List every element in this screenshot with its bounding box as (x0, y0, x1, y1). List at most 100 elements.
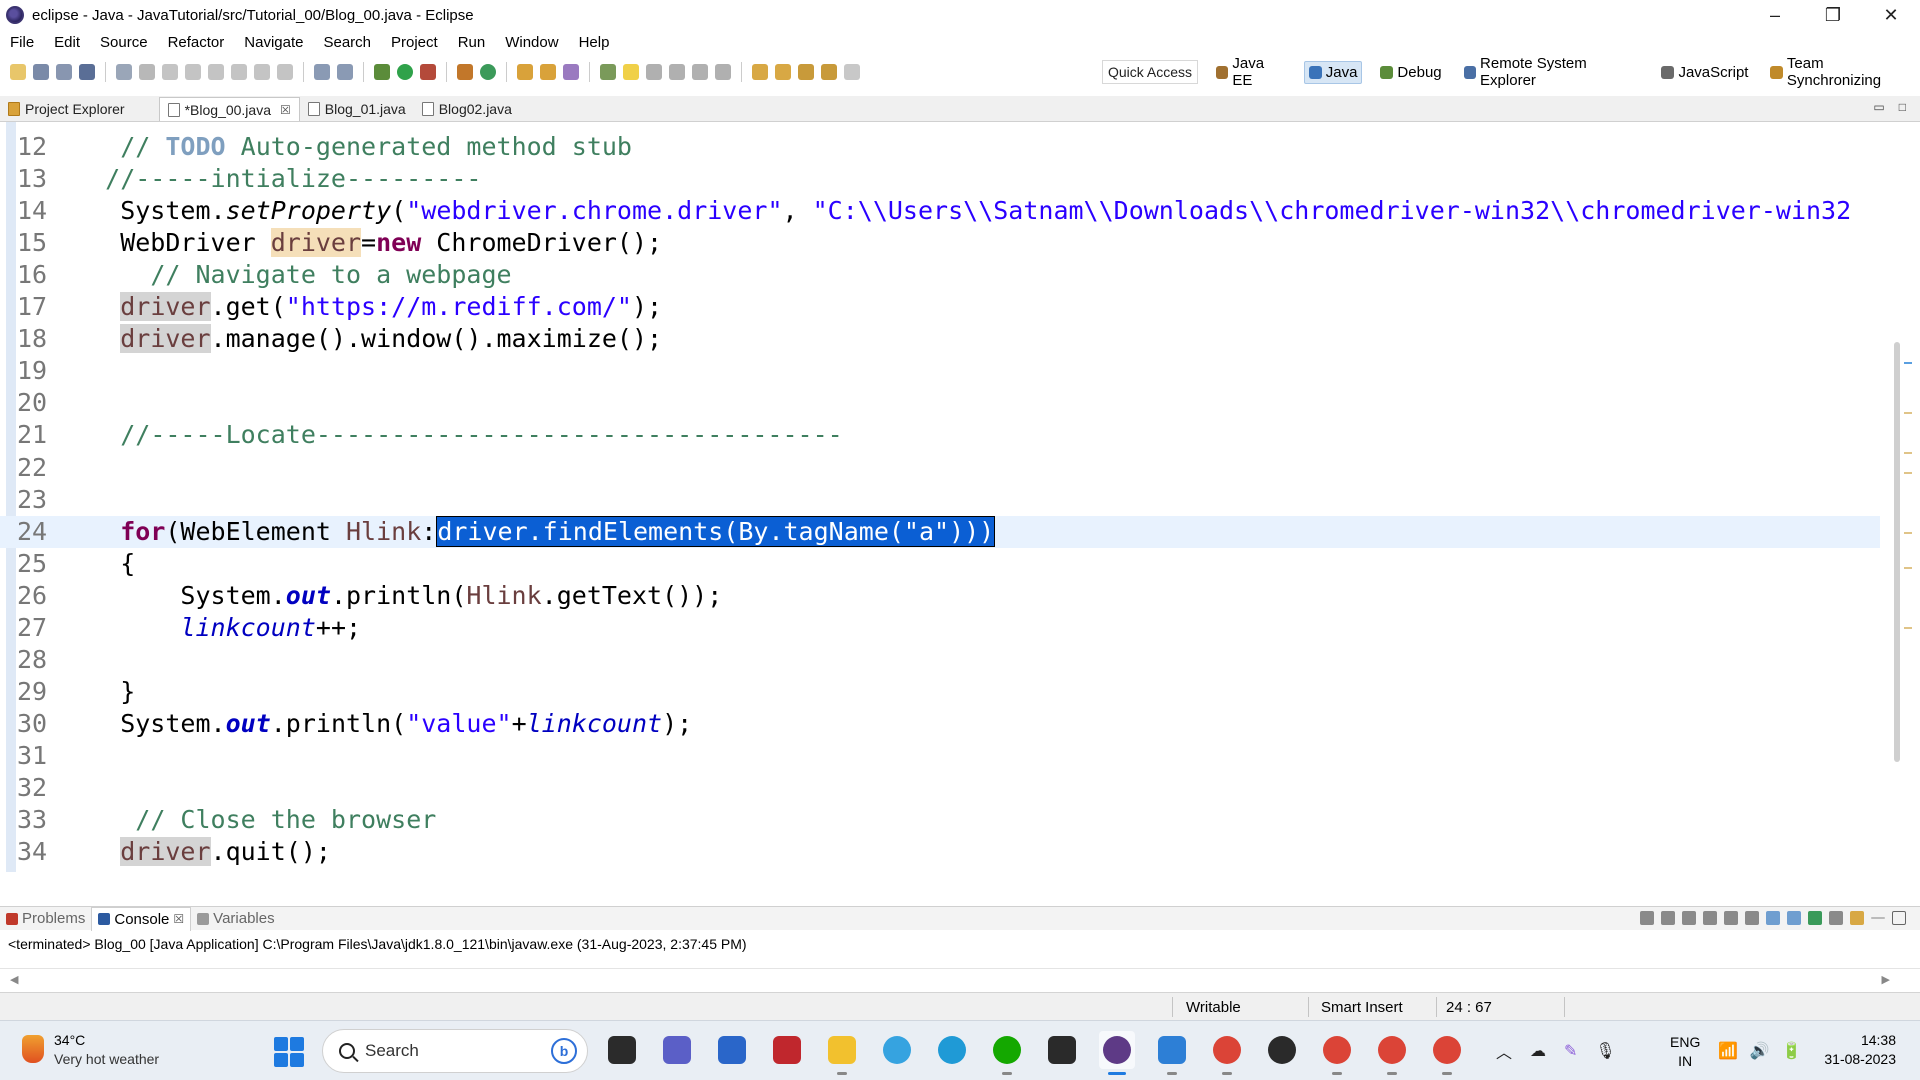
chrome-app-3[interactable] (1374, 1031, 1410, 1075)
chrome-app[interactable] (1209, 1031, 1245, 1075)
menu-window[interactable]: Window (495, 34, 568, 51)
store-app[interactable] (714, 1031, 750, 1069)
show-whitespace-icon[interactable] (646, 64, 662, 80)
close-tab-icon[interactable]: ☒ (173, 912, 184, 926)
toggle-breadcrumb-icon[interactable] (116, 64, 132, 80)
show-on-output-icon[interactable] (1766, 911, 1780, 925)
eclipse-app[interactable] (1099, 1031, 1135, 1075)
show-on-error-icon[interactable] (1787, 911, 1801, 925)
save-icon[interactable] (33, 64, 49, 80)
run-icon[interactable] (397, 64, 413, 80)
chevron-up-icon[interactable]: ︿ (1496, 1039, 1512, 1063)
next-annotation-icon[interactable] (752, 64, 768, 80)
notepad-app[interactable] (1154, 1031, 1190, 1075)
code-line[interactable]: 15 WebDriver driver=new ChromeDriver(); (0, 227, 1880, 259)
annotation-icon[interactable] (600, 64, 616, 80)
show-source-icon[interactable] (692, 64, 708, 80)
upwork-app[interactable] (989, 1031, 1025, 1075)
new-java-project-icon[interactable] (457, 64, 473, 80)
tab-blog02-java[interactable]: Blog02.java (414, 97, 520, 121)
help-app[interactable] (879, 1031, 915, 1069)
maximize-view-icon[interactable]: □ (1899, 100, 1906, 114)
terminal-app[interactable] (1044, 1031, 1080, 1069)
close-window-button[interactable]: ✕ (1862, 0, 1920, 30)
terminate-icon[interactable] (185, 64, 201, 80)
tab--blog-00-java[interactable]: *Blog_00.java ☒ (158, 97, 300, 121)
perspective-remote-system-explorer[interactable]: Remote System Explorer (1460, 53, 1644, 91)
menu-file[interactable]: File (0, 34, 44, 51)
print-icon[interactable] (79, 64, 95, 80)
menu-source[interactable]: Source (90, 34, 158, 51)
disconnect-icon[interactable] (208, 64, 224, 80)
step-over-icon[interactable] (254, 64, 270, 80)
open-console-icon[interactable] (1808, 911, 1822, 925)
step-into-icon[interactable] (231, 64, 247, 80)
console-horizontal-scrollbar[interactable]: ◀ ▶ (0, 968, 1920, 988)
code-line[interactable]: 14 System.setProperty("webdriver.chrome.… (0, 195, 1880, 227)
menu-run[interactable]: Run (448, 34, 496, 51)
open-task-icon[interactable] (337, 64, 353, 80)
minimize-view-icon[interactable]: ▭ (1873, 100, 1884, 114)
forward-icon[interactable] (844, 64, 860, 80)
open-type-icon[interactable] (314, 64, 330, 80)
tab-blog-01-java[interactable]: Blog_01.java (300, 97, 414, 121)
code-line[interactable]: 13 //-----intialize--------- (0, 163, 1880, 195)
edge-app[interactable] (934, 1031, 970, 1069)
tab-project-explorer[interactable]: Project Explorer (0, 97, 133, 121)
last-edit-icon[interactable] (798, 64, 814, 80)
scroll-lock-icon[interactable] (1703, 911, 1717, 925)
skip-breakpoints-icon[interactable] (139, 64, 155, 80)
code-line[interactable]: 27 linkcount++; (0, 612, 1880, 644)
perspective-java-ee[interactable]: Java EE (1212, 53, 1290, 91)
save-all-icon[interactable] (56, 64, 72, 80)
search-tool-icon[interactable] (563, 64, 579, 80)
bing-icon[interactable]: b (551, 1038, 577, 1064)
code-line[interactable]: 28 (0, 644, 1880, 676)
minimize-button[interactable]: – (1746, 0, 1804, 30)
code-line[interactable]: 32 (0, 772, 1880, 804)
code-line[interactable]: 33 // Close the browser (0, 804, 1880, 836)
perspective-team-synchronizing[interactable]: Team Synchronizing (1766, 53, 1920, 91)
suspend-icon[interactable] (162, 64, 178, 80)
code-line[interactable]: 20 (0, 387, 1880, 419)
teams-chat-app[interactable] (659, 1031, 695, 1069)
prev-annotation-icon[interactable] (775, 64, 791, 80)
remove-launch-icon[interactable] (1661, 911, 1675, 925)
editor-vertical-scrollbar[interactable] (1894, 342, 1900, 762)
open-project-icon[interactable] (540, 64, 556, 80)
code-line[interactable]: 29 } (0, 676, 1880, 708)
file-explorer-dark-app[interactable] (604, 1031, 640, 1069)
code-line[interactable]: 19 (0, 355, 1880, 387)
back-icon[interactable] (821, 64, 837, 80)
chrome-app-4[interactable] (1429, 1031, 1465, 1075)
network-sound-battery[interactable]: 📶 🔊 🔋 (1718, 1041, 1802, 1061)
taskbar-search[interactable]: Search b (322, 1029, 588, 1073)
menu-help[interactable]: Help (569, 34, 620, 51)
code-editor[interactable]: 12 // TODO Auto-generated method stub 13 … (0, 122, 1920, 872)
tab-problems[interactable]: Problems (0, 910, 91, 927)
code-line[interactable]: 30 System.out.println("value"+linkcount)… (0, 708, 1880, 740)
restore-button[interactable]: ❐ (1804, 0, 1862, 30)
display-console-icon[interactable] (1829, 911, 1843, 925)
code-line[interactable]: 22 (0, 452, 1880, 484)
console-minimize-icon[interactable] (1871, 917, 1885, 919)
word-wrap-icon[interactable] (1724, 911, 1738, 925)
perspective-java[interactable]: Java (1303, 60, 1363, 84)
weather-widget[interactable]: 34°C Very hot weather (22, 1031, 159, 1069)
menu-search[interactable]: Search (313, 34, 381, 51)
code-line[interactable]: 17 driver.get("https://m.rediff.com/"); (0, 291, 1880, 323)
code-line[interactable]: 12 // TODO Auto-generated method stub (0, 131, 1880, 163)
mcafee-app[interactable] (769, 1031, 805, 1069)
close-tab-icon[interactable]: ☒ (280, 103, 291, 117)
new-class-icon[interactable] (480, 64, 496, 80)
code-line[interactable]: 23 (0, 484, 1880, 516)
new-console-icon[interactable] (1850, 911, 1864, 925)
microphone-icon[interactable]: 🎙 (1595, 1041, 1615, 1061)
perspective-javascript[interactable]: JavaScript (1657, 62, 1752, 83)
remove-all-icon[interactable] (1682, 911, 1696, 925)
code-line[interactable]: 25 { (0, 548, 1880, 580)
scroll-left-icon[interactable]: ◀ (10, 973, 18, 986)
code-line[interactable]: 34 driver.quit(); (0, 836, 1880, 868)
mark-occurrences-icon[interactable] (623, 64, 639, 80)
pen-icon[interactable]: ✎ (1564, 1041, 1577, 1061)
